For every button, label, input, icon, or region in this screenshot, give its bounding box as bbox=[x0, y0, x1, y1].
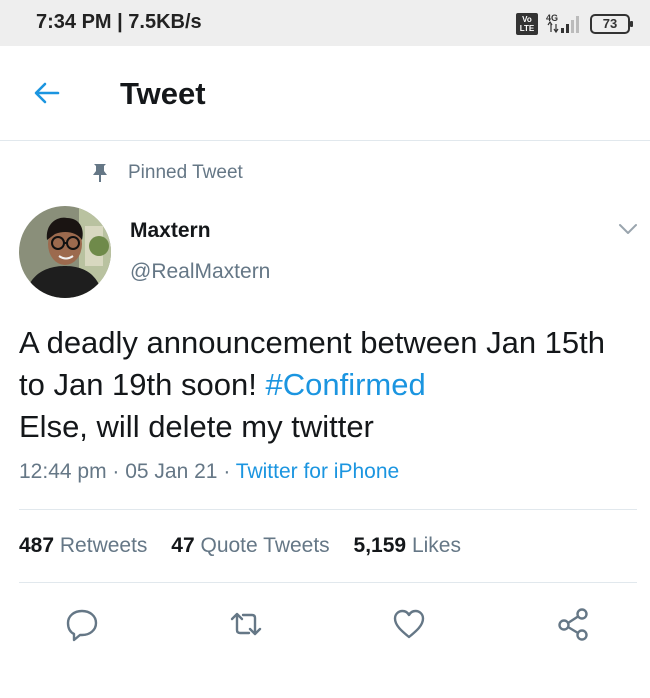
tweet-date: 05 Jan 21 bbox=[125, 460, 218, 483]
status-bar: 7:34 PM | 7.5KB/s Vo LTE 4G 73 bbox=[0, 0, 650, 46]
retweet-icon[interactable] bbox=[228, 606, 264, 642]
quotes-label: Quote Tweets bbox=[200, 534, 330, 557]
retweets-count: 487 bbox=[19, 534, 55, 557]
divider bbox=[19, 509, 637, 510]
hashtag-link[interactable]: #Confirmed bbox=[265, 367, 425, 402]
like-icon[interactable] bbox=[391, 606, 427, 642]
pinned-indicator: Pinned Tweet bbox=[92, 162, 243, 184]
pinned-label: Pinned Tweet bbox=[128, 162, 243, 183]
quote-tweets-stat[interactable]: 47 Quote Tweets bbox=[171, 534, 329, 557]
share-icon[interactable] bbox=[555, 606, 591, 642]
likes-stat[interactable]: 5,159 Likes bbox=[354, 534, 461, 557]
back-arrow-icon[interactable] bbox=[32, 78, 62, 108]
signal-icon: 4G bbox=[546, 13, 579, 34]
pin-icon bbox=[93, 164, 107, 182]
tweet-stats: 487 Retweets 47 Quote Tweets 5,159 Likes bbox=[19, 534, 479, 558]
author-handle[interactable]: @RealMaxtern bbox=[130, 260, 270, 284]
tweet-time: 12:44 pm bbox=[19, 460, 107, 483]
retweets-stat[interactable]: 487 Retweets bbox=[19, 534, 147, 557]
tweet-meta: 12:44 pm · 05 Jan 21 · Twitter for iPhon… bbox=[19, 460, 400, 483]
volte-icon: Vo LTE bbox=[516, 13, 538, 35]
chevron-down-icon[interactable] bbox=[617, 221, 639, 237]
tweet-actions bbox=[0, 602, 650, 646]
reply-icon[interactable] bbox=[64, 606, 100, 642]
author-name[interactable]: Maxtern bbox=[130, 219, 211, 243]
divider bbox=[19, 582, 637, 583]
tweet-text: A deadly announcement between Jan 15th t… bbox=[19, 322, 629, 448]
status-icons: Vo LTE 4G 73 bbox=[516, 12, 633, 36]
likes-count: 5,159 bbox=[353, 534, 407, 557]
retweets-label: Retweets bbox=[59, 534, 148, 557]
avatar[interactable] bbox=[19, 206, 111, 298]
network-type-label: 4G bbox=[546, 13, 558, 23]
quotes-count: 47 bbox=[171, 534, 195, 557]
top-app-bar: Tweet bbox=[0, 46, 650, 141]
battery-icon: 73 bbox=[590, 14, 633, 34]
tweet-source-link[interactable]: Twitter for iPhone bbox=[236, 460, 399, 483]
page-title: Tweet bbox=[120, 76, 206, 111]
tweet-text-end: Else, will delete my twitter bbox=[19, 409, 374, 444]
likes-label: Likes bbox=[411, 534, 461, 557]
status-time: 7:34 PM | 7.5KB/s bbox=[36, 11, 202, 33]
